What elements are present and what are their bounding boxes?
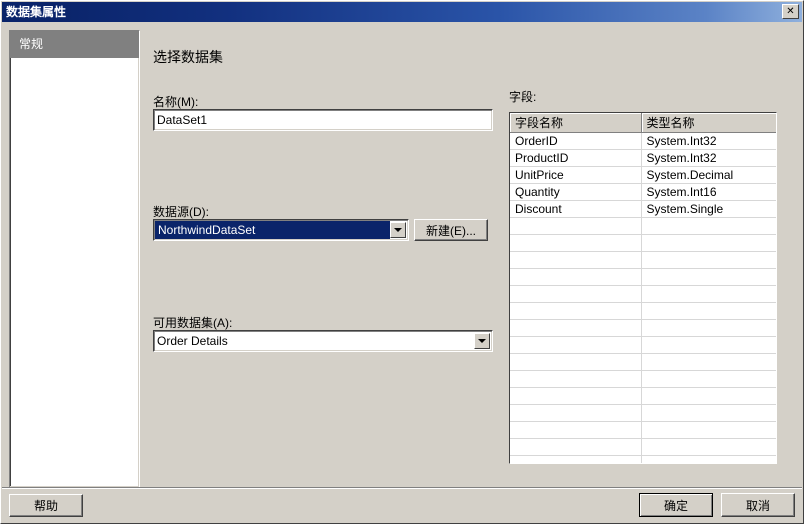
chevron-down-glyph [394,228,402,232]
cell-empty [510,336,642,354]
cell-empty [510,285,642,303]
chevron-down-icon[interactable] [474,333,490,349]
table-row-empty[interactable] [510,336,776,354]
table-header-row: 字段名称 类型名称 [510,113,776,133]
cell-empty [510,302,642,320]
table-row-empty[interactable] [510,302,776,320]
help-button[interactable]: 帮助 [9,494,83,517]
cell-field-name: ProductID [510,149,642,167]
content-pane: 选择数据集 名称(M): DataSet1 数据源(D): NorthwindD… [149,30,797,485]
cell-empty [510,455,642,463]
cell-empty [641,370,776,388]
table-row[interactable]: UnitPrice System.Decimal [510,166,776,184]
table-row-empty[interactable] [510,285,776,303]
sidebar-item-general[interactable]: 常规 [10,31,139,58]
table-row-empty[interactable] [510,387,776,405]
table-row-empty[interactable] [510,370,776,388]
table-row-empty[interactable] [510,438,776,456]
fields-table-body: OrderID System.Int32 ProductID System.Int32… [510,132,776,463]
cell-empty [510,268,642,286]
cell-empty [510,251,642,269]
table-row-empty[interactable] [510,353,776,371]
cell-field-name: OrderID [510,132,642,150]
sidebar-item-label: 常规 [19,37,44,51]
name-label: 名称(M): [153,95,199,109]
table-row-empty[interactable] [510,319,776,337]
cell-empty [510,353,642,371]
page-title: 选择数据集 [153,49,223,65]
cell-empty [510,404,642,422]
table-row[interactable]: Quantity System.Int16 [510,183,776,201]
datasource-value: NorthwindDataSet [155,221,390,239]
cell-empty [510,438,642,456]
dataset-properties-dialog: 数据集属性 ✕ 常规 选择数据集 名称(M): DataSet1 数据源(D):… [0,0,804,524]
cell-empty [641,353,776,371]
cell-empty [641,319,776,337]
table-row-empty[interactable] [510,251,776,269]
cell-type-name: System.Int32 [641,149,776,167]
cell-empty [641,455,776,463]
cancel-button[interactable]: 取消 [721,493,795,517]
table-row-empty[interactable] [510,455,776,463]
column-header-type-name[interactable]: 类型名称 [641,113,776,133]
table-row-empty[interactable] [510,404,776,422]
table-row[interactable]: Discount System.Single [510,200,776,218]
cell-empty [641,268,776,286]
available-dataset-combobox[interactable]: Order Details [153,330,493,352]
chevron-down-glyph [478,339,486,343]
close-icon[interactable]: ✕ [782,4,799,19]
cell-empty [641,217,776,235]
available-dataset-label: 可用数据集(A): [153,316,233,330]
cell-empty [510,370,642,388]
fields-table: 字段名称 类型名称 OrderID System.Int32 ProductID Sy… [510,113,776,463]
table-row-empty[interactable] [510,234,776,252]
cell-empty [641,302,776,320]
cell-type-name: System.Single [641,200,776,218]
table-row[interactable]: OrderID System.Int32 [510,132,776,150]
cell-field-name: Quantity [510,183,642,201]
chevron-down-icon[interactable] [390,222,406,238]
sidebar[interactable]: 常规 [9,30,140,488]
column-header-field-name[interactable]: 字段名称 [510,113,642,133]
fields-grid[interactable]: 字段名称 类型名称 OrderID System.Int32 ProductID Sy… [509,112,777,464]
window-title: 数据集属性 [6,5,67,19]
cell-empty [641,234,776,252]
datasource-combobox[interactable]: NorthwindDataSet [153,219,409,241]
cell-empty [641,438,776,456]
cell-empty [641,421,776,439]
cell-empty [510,387,642,405]
cell-empty [510,421,642,439]
cell-type-name: System.Int32 [641,132,776,150]
new-datasource-button[interactable]: 新建(E)... [414,219,488,241]
cell-empty [510,319,642,337]
ok-button[interactable]: 确定 [639,493,713,517]
table-row[interactable]: ProductID System.Int32 [510,149,776,167]
cell-empty [641,336,776,354]
cell-empty [641,251,776,269]
fields-label: 字段: [509,90,537,104]
table-row-empty[interactable] [510,268,776,286]
title-bar: 数据集属性 ✕ [2,2,802,22]
table-row-empty[interactable] [510,421,776,439]
footer-divider [2,487,802,489]
table-row-empty[interactable] [510,217,776,235]
cell-empty [641,404,776,422]
datasource-label: 数据源(D): [153,205,209,219]
cell-field-name: UnitPrice [510,166,642,184]
cell-empty [510,217,642,235]
cell-type-name: System.Decimal [641,166,776,184]
cell-empty [510,234,642,252]
close-x-glyph: ✕ [786,5,795,17]
name-input[interactable]: DataSet1 [153,109,493,131]
available-dataset-value: Order Details [157,334,228,348]
cell-empty [641,285,776,303]
cell-type-name: System.Int16 [641,183,776,201]
cell-field-name: Discount [510,200,642,218]
cell-empty [641,387,776,405]
